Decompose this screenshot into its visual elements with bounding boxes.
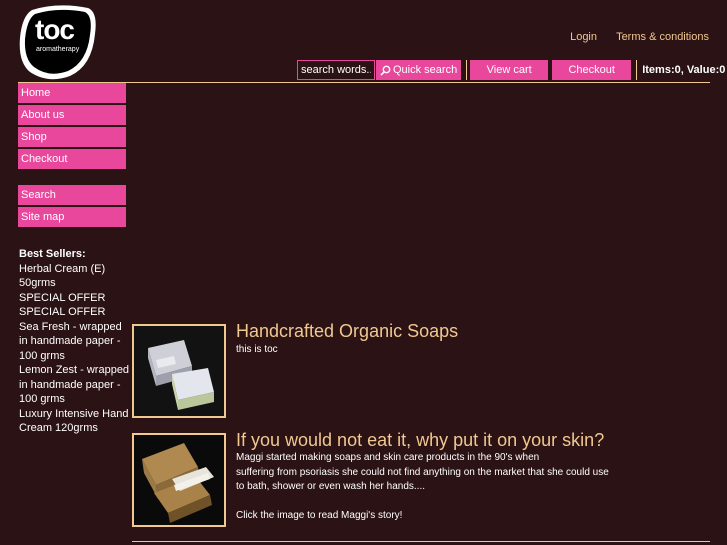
divider — [466, 60, 468, 80]
toc-logo[interactable]: toc aromatherapy — [18, 4, 96, 81]
login-link[interactable]: Login — [570, 31, 597, 43]
best-sellers-title: Best Sellers: — [19, 248, 86, 260]
nav-search[interactable]: Search — [18, 185, 126, 205]
search-cart-bar: Quick search View cart Checkout Items:0,… — [297, 60, 725, 80]
secondary-nav: Search Site map — [18, 185, 126, 229]
main-nav: Home About us Shop Checkout — [18, 83, 126, 171]
content-text: Maggi started making soaps and skin care… — [236, 451, 636, 524]
best-seller-item[interactable]: SPECIAL OFFER — [19, 291, 131, 306]
quick-search-label: Quick search — [393, 64, 458, 76]
text-line — [236, 495, 636, 510]
nav-home[interactable]: Home — [18, 83, 126, 103]
text-line: this is toc — [236, 344, 278, 355]
best-seller-item[interactable]: Luxury Intensive Hand Cream 120grms — [19, 407, 131, 436]
best-seller-item[interactable]: Sea Fresh - wrapped in handmade paper - … — [19, 320, 131, 364]
text-line: suffering from psoriasis she could not f… — [236, 466, 609, 478]
soap-bars-image[interactable] — [132, 324, 226, 418]
nav-checkout[interactable]: Checkout — [18, 149, 126, 169]
content-text: this is toc — [236, 343, 616, 358]
text-line: Maggi started making soaps and skin care… — [236, 452, 540, 463]
quick-search-button[interactable]: Quick search — [376, 60, 462, 80]
soap-stack-image[interactable] — [132, 433, 226, 527]
nav-site-map[interactable]: Site map — [18, 207, 126, 227]
content-divider — [132, 541, 710, 542]
checkout-button[interactable]: Checkout — [552, 60, 632, 80]
terms-link[interactable]: Terms & conditions — [616, 31, 709, 43]
content-title[interactable]: If you would not eat it, why put it on y… — [236, 430, 604, 451]
search-icon — [380, 65, 391, 76]
nav-about-us[interactable]: About us — [18, 105, 126, 125]
best-seller-item[interactable]: SPECIAL OFFER — [19, 305, 131, 320]
best-sellers: Best Sellers: Herbal Cream (E) 50grms SP… — [19, 247, 131, 436]
best-seller-item[interactable]: Lemon Zest - wrapped in handmade paper -… — [19, 363, 131, 407]
nav-shop[interactable]: Shop — [18, 127, 126, 147]
top-links: Login Terms & conditions — [554, 31, 709, 43]
text-line: Click the image to read Maggi's story! — [236, 510, 403, 521]
text-line: to bath, shower or even wash her hands..… — [236, 481, 425, 492]
divider — [636, 60, 638, 80]
search-input[interactable] — [297, 60, 375, 80]
logo-subtext: aromatherapy — [36, 46, 80, 53]
best-seller-item[interactable]: Herbal Cream (E) 50grms — [19, 262, 131, 291]
content-title[interactable]: Handcrafted Organic Soaps — [236, 321, 458, 342]
cart-summary: Items:0, Value:0 — [642, 64, 726, 76]
logo-text: toc — [35, 14, 75, 45]
view-cart-button[interactable]: View cart — [470, 60, 549, 80]
